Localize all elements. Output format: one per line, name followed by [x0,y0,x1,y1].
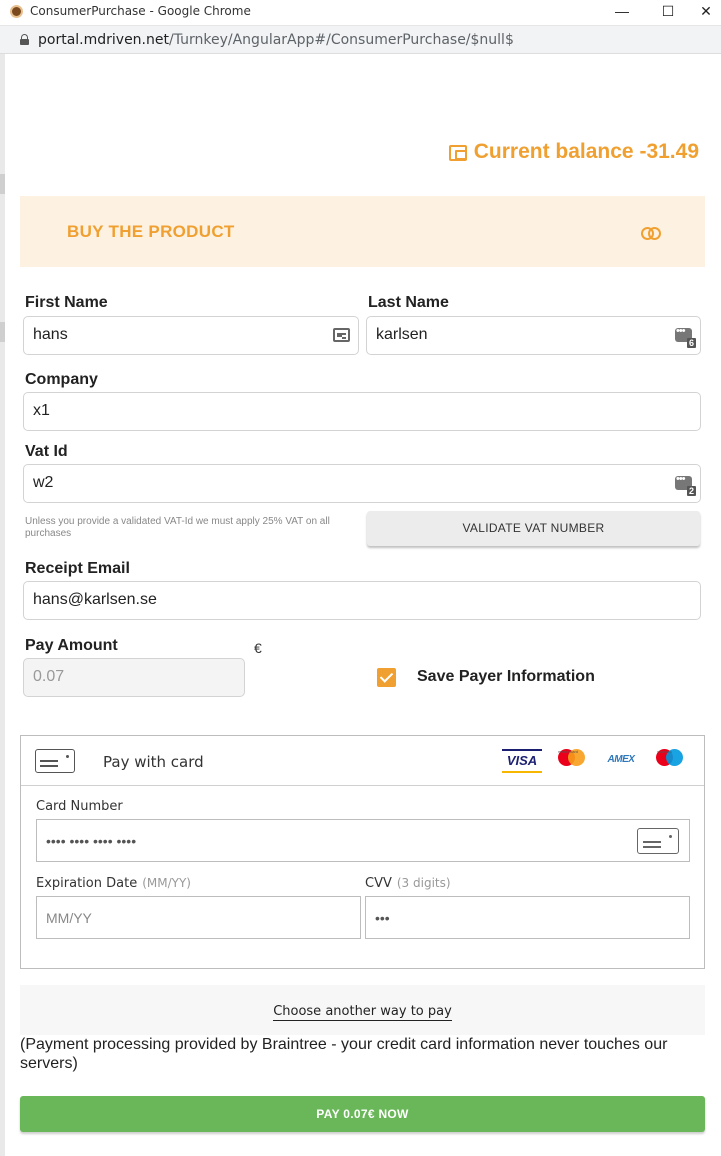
maestro-logo-icon: maestro [656,749,684,773]
card-number-input[interactable]: •••• •••• •••• •••• [36,819,690,862]
card-number-label: Card Number [36,799,123,814]
address-bar[interactable]: portal.mdriven.net/Turnkey/AngularApp#/C… [0,26,721,54]
credit-card-icon [35,749,75,773]
choose-another-way-link[interactable]: Choose another way to pay [273,1004,452,1021]
first-name-input[interactable]: hans [23,316,359,355]
braintree-note: (Payment processing provided by Braintre… [20,1036,668,1072]
choose-another-way: Choose another way to pay [20,985,705,1035]
expiration-hint: (MM/YY) [142,876,191,890]
current-balance: Current balance -31.49 [448,140,699,164]
url-text[interactable]: portal.mdriven.net/Turnkey/AngularApp#/C… [38,32,514,48]
vat-id-value: w2 [33,474,54,491]
contact-card-icon[interactable] [333,328,350,342]
vat-id-input[interactable]: w2 2 [23,464,701,503]
save-payer-checkbox[interactable] [377,668,396,687]
first-name-value: hans [33,326,68,343]
rings-icon [641,227,663,241]
last-name-input[interactable]: karlsen 6 [366,316,701,355]
cvv-placeholder: ••• [375,910,390,926]
maximize-button[interactable]: ☐ [645,0,691,22]
company-value: x1 [33,402,50,419]
card-number-card-icon [637,828,679,854]
receipt-email-input[interactable]: hans@karlsen.se [23,581,701,620]
cvv-label-text: CVV [365,876,392,891]
receipt-email-label: Receipt Email [25,560,130,577]
cvv-label: CVV (3 digits) [365,876,451,891]
expiration-input[interactable]: MM/YY [36,896,361,939]
background-page-edge [0,54,5,1156]
amex-logo-icon: AMEX [607,754,635,765]
wallet-icon [448,145,467,161]
vat-hint: Unless you provide a validated VAT-Id we… [25,516,330,539]
background-edge-mark [0,174,5,194]
minimize-button[interactable]: — [599,0,645,22]
expiration-label-text: Expiration Date [36,876,138,891]
pay-amount-label: Pay Amount [25,637,118,654]
url-path: /Turnkey/AngularApp#/ConsumerPurchase/$n… [168,32,514,48]
pay-with-card-header[interactable]: Pay with card VISA mastercard AMEX maest… [21,736,704,786]
close-button[interactable]: ✕ [691,0,721,22]
cvv-hint: (3 digits) [396,876,451,890]
password-manager-icon[interactable]: 6 [675,325,696,348]
pay-now-button[interactable]: PAY 0.07€ NOW [20,1096,705,1132]
lock-icon [20,34,29,45]
maestro-logo-text: maestro [657,749,672,754]
password-manager-icon[interactable]: 2 [675,473,696,496]
banner-title: BUY THE PRODUCT [67,222,235,241]
password-manager-badge: 6 [686,338,696,348]
window-titlebar: ConsumerPurchase - Google Chrome — ☐ ✕ [0,0,721,26]
cvv-input[interactable]: ••• [365,896,690,939]
last-name-value: karlsen [376,326,428,343]
vat-id-label: Vat Id [25,443,68,460]
app-favicon-icon [10,5,23,18]
expiration-placeholder: MM/YY [46,910,92,926]
password-manager-badge: 2 [686,486,696,496]
mastercard-logo-icon: mastercard [558,749,586,773]
company-input[interactable]: x1 [23,392,701,431]
pay-amount-input: 0.07 [23,658,245,697]
last-name-label: Last Name [368,294,449,311]
pay-with-card-title: Pay with card [103,753,204,771]
receipt-email-value: hans@karlsen.se [33,591,157,608]
pay-amount-value: 0.07 [33,668,65,685]
mastercard-logo-text: mastercard [558,749,579,754]
visa-logo-icon: VISA [502,749,542,773]
card-number-placeholder: •••• •••• •••• •••• [46,833,137,849]
product-banner: BUY THE PRODUCT [20,196,705,267]
first-name-label: First Name [25,294,108,311]
company-label: Company [25,371,98,388]
currency-symbol: € [254,640,262,656]
expiration-label: Expiration Date (MM/YY) [36,876,191,891]
url-host: portal.mdriven.net [38,32,169,48]
save-payer-label[interactable]: Save Payer Information [417,668,595,686]
validate-vat-button[interactable]: VALIDATE VAT NUMBER [367,511,700,546]
card-payment-panel: Pay with card VISA mastercard AMEX maest… [20,735,705,969]
window-title: ConsumerPurchase - Google Chrome [30,4,251,18]
background-edge-mark [0,322,5,342]
balance-text: Current balance -31.49 [473,140,699,163]
